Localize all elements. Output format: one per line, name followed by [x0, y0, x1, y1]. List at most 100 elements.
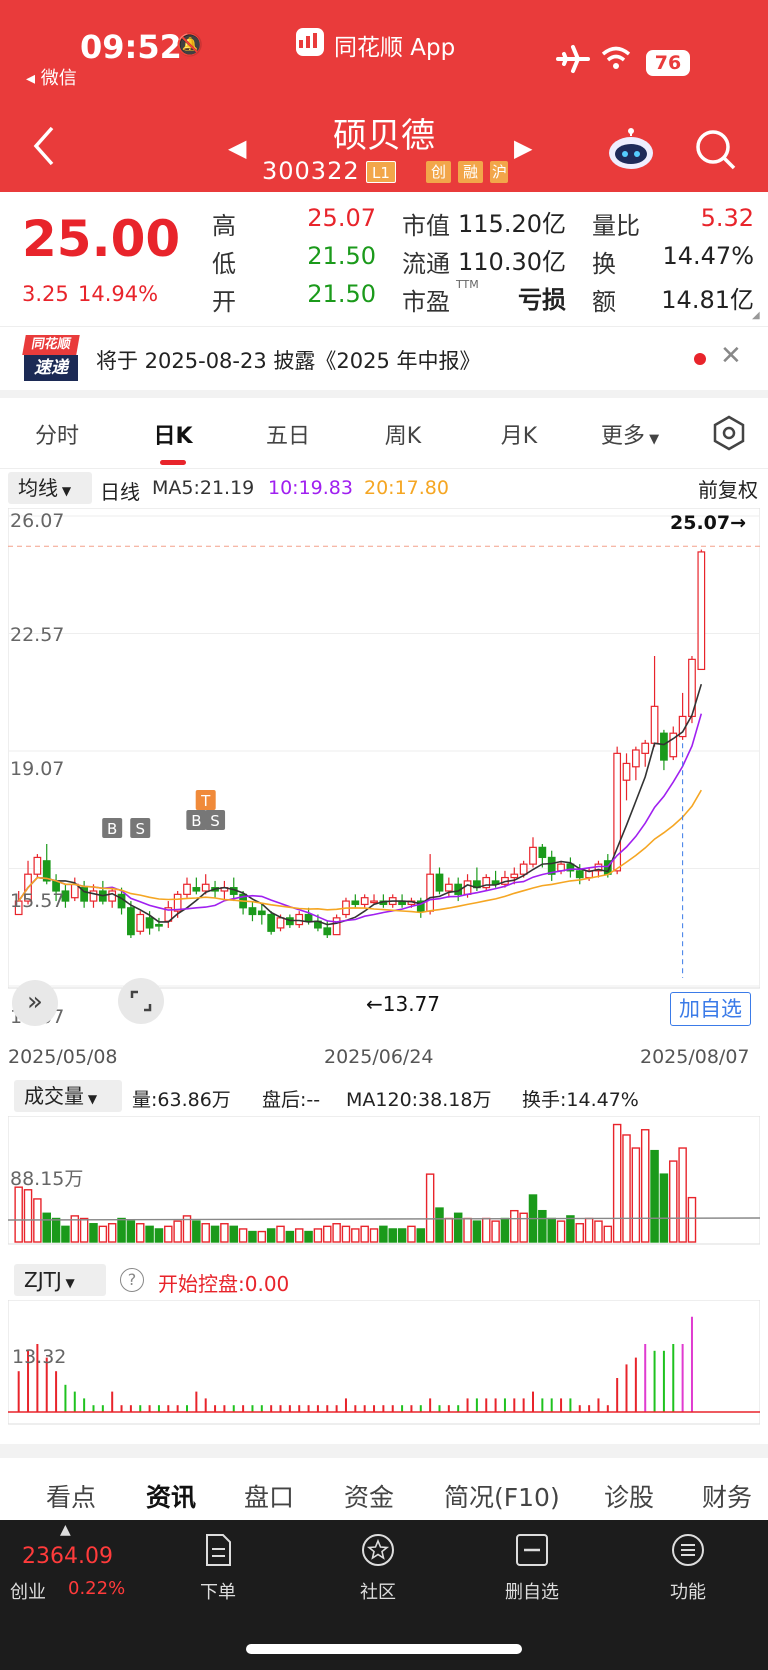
- indicator-selector[interactable]: ZJTJ ▼: [14, 1264, 106, 1296]
- value-float-cap: 110.30亿: [458, 248, 566, 276]
- tab-active-indicator: [160, 460, 186, 465]
- kline-chart[interactable]: B S B ST: [8, 508, 760, 1040]
- value-market-cap: 115.20亿: [458, 210, 566, 238]
- header-bar: 09:52 🔕 ◂ 微信 同花顺 App 76 ◀ 硕贝德 ▶ 300322 L…: [0, 0, 768, 192]
- label-market-cap: 市值: [402, 212, 450, 240]
- tab-monthly-k[interactable]: 月K: [474, 418, 564, 450]
- tag-chuang: 创: [426, 161, 452, 183]
- expand-corner-icon[interactable]: ◢: [752, 310, 760, 321]
- candle-body: [192, 887, 201, 892]
- candle-body: [155, 923, 163, 927]
- ma-selector[interactable]: 均线 ▼: [8, 472, 92, 504]
- x-date-label: 2025/05/08: [8, 1046, 118, 1068]
- tab-daily-k[interactable]: 日K: [128, 418, 218, 450]
- index-up-arrow-icon: ▲: [60, 1522, 71, 1538]
- wifi-icon: [600, 44, 632, 76]
- signal-badge-label: S: [135, 820, 145, 838]
- tab-weekly-k[interactable]: 周K: [358, 418, 448, 450]
- tab-more-label: 更多: [600, 424, 645, 449]
- indicator-selector-label: ZJTJ: [24, 1268, 62, 1292]
- candle-body: [370, 900, 378, 904]
- candle-body: [117, 893, 126, 909]
- back-to-app-link[interactable]: ◂ 微信: [26, 64, 77, 90]
- volume-bar: [210, 1225, 220, 1243]
- tab-divider: [0, 468, 768, 469]
- caret-down-icon: ▼: [84, 1092, 98, 1106]
- logo-bottom-text: 速递: [24, 355, 78, 381]
- search-icon[interactable]: [694, 128, 738, 176]
- index-value[interactable]: 2364.09: [22, 1544, 113, 1569]
- indicator-chart[interactable]: [8, 1300, 760, 1426]
- candle-body: [538, 846, 547, 859]
- y-tick-label: 22.57: [10, 624, 65, 646]
- tab-capital[interactable]: 资金: [344, 1478, 394, 1514]
- tab-news[interactable]: 资讯: [146, 1478, 196, 1514]
- help-icon[interactable]: ?: [120, 1268, 144, 1292]
- volume-bar: [145, 1225, 154, 1243]
- next-stock-button[interactable]: ▶: [514, 134, 532, 162]
- index-pct: 0.22%: [68, 1578, 126, 1599]
- airplane-icon: [556, 44, 590, 78]
- function-menu-icon: [672, 1534, 704, 1566]
- volume-bar: [416, 1228, 426, 1243]
- volume-bar: [135, 1223, 145, 1243]
- volume-bar: [481, 1217, 491, 1243]
- volume-bar: [23, 1189, 33, 1243]
- candle-body: [463, 880, 472, 895]
- volume-bar: [51, 1217, 61, 1243]
- divider: [0, 390, 768, 398]
- tab-five-day[interactable]: 五日: [243, 418, 333, 450]
- prev-stock-button[interactable]: ◀: [228, 134, 246, 162]
- candle-body: [276, 917, 285, 929]
- tab-financials[interactable]: 财务: [702, 1478, 752, 1514]
- tab-more[interactable]: 更多 ▼: [590, 418, 670, 450]
- app-title: 同花顺 App: [334, 35, 456, 61]
- volume-bar: [631, 1147, 641, 1243]
- volume-y-tick: 88.15万: [10, 1168, 84, 1190]
- tab-diagnosis[interactable]: 诊股: [604, 1478, 654, 1514]
- footer-remove-watch-button[interactable]: 删自选: [482, 1578, 582, 1604]
- candle-body: [697, 551, 706, 671]
- signal-badge-label: B: [191, 812, 201, 830]
- expand-left-icon[interactable]: »: [12, 980, 58, 1026]
- back-arrow-icon[interactable]: [30, 124, 58, 172]
- remove-watchlist-icon: [516, 1534, 548, 1566]
- low-price-value: 13.77: [382, 992, 441, 1016]
- settings-hexagon-icon[interactable]: [710, 414, 748, 456]
- volume-bar: [453, 1212, 463, 1243]
- app-logo-icon: [296, 28, 324, 56]
- tab-f10[interactable]: 简况(F10): [444, 1478, 560, 1514]
- high-price-marker: 25.07→: [670, 512, 747, 534]
- add-watchlist-button[interactable]: 加自选: [670, 992, 751, 1026]
- footer-order-button[interactable]: 下单: [168, 1578, 268, 1604]
- tab-highlights[interactable]: 看点: [46, 1478, 96, 1514]
- period-label: 日线: [100, 480, 140, 504]
- label-pe: 市盈: [402, 288, 450, 316]
- volume-bar: [117, 1217, 126, 1243]
- candle-body: [145, 917, 154, 929]
- adjust-mode-button[interactable]: 前复权: [698, 474, 758, 503]
- label-high: 高: [212, 212, 236, 240]
- volume-bar: [154, 1228, 164, 1243]
- value-amount: 14.81亿: [661, 286, 754, 314]
- robot-assistant-icon[interactable]: [606, 126, 656, 176]
- volume-bar: [248, 1230, 257, 1243]
- close-icon[interactable]: ✕: [720, 341, 742, 371]
- volume-bar: [276, 1225, 285, 1243]
- index-name: 创业: [10, 1582, 46, 1603]
- candle-body: [295, 913, 304, 926]
- tab-order-book[interactable]: 盘口: [244, 1478, 294, 1514]
- candle-body: [267, 913, 276, 932]
- tab-intraday[interactable]: 分时: [12, 418, 102, 450]
- volume-bar: [575, 1223, 585, 1243]
- footer-community-button[interactable]: 社区: [328, 1578, 428, 1604]
- quote-panel: 25.00 3.25 14.94% 高 25.07 低 21.50 开 21.5…: [0, 192, 768, 324]
- fullscreen-icon[interactable]: [118, 978, 164, 1024]
- volume-bar: [98, 1225, 108, 1243]
- volume-turnover: 换手:14.47%: [522, 1089, 639, 1111]
- volume-chart[interactable]: [8, 1116, 760, 1246]
- volume-selector[interactable]: 成交量 ▼: [14, 1080, 122, 1112]
- footer-function-button[interactable]: 功能: [638, 1578, 738, 1604]
- stock-name: 硕贝德: [333, 116, 435, 156]
- notice-banner[interactable]: 同花顺 速递 将于 2025-08-23 披露《2025 年中报》 ✕: [0, 326, 768, 390]
